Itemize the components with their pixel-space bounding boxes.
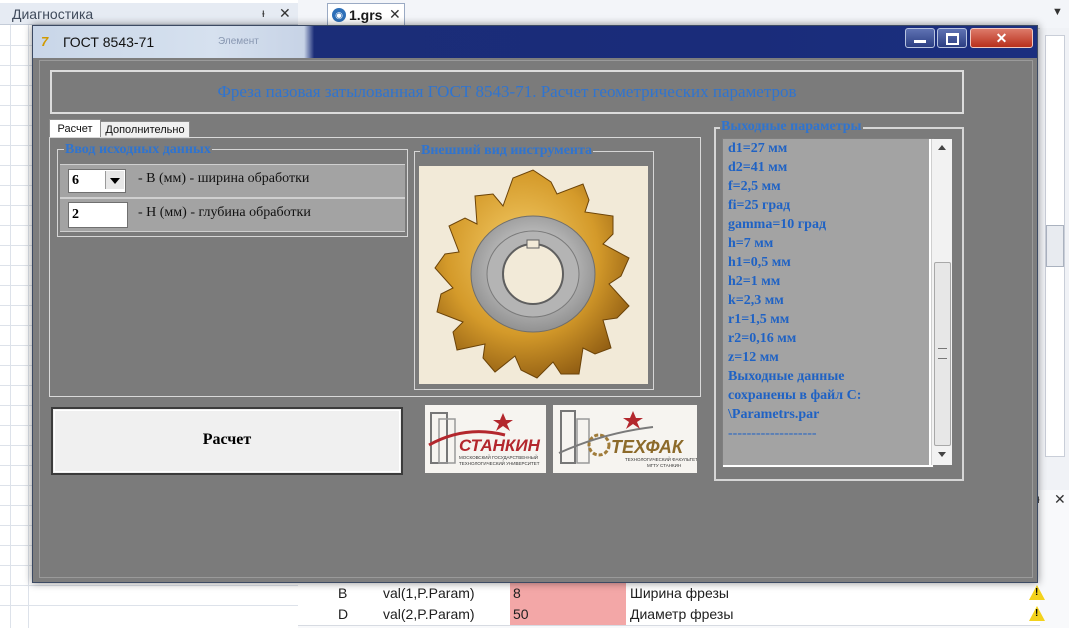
param-comment: Диаметр фрезы	[630, 606, 734, 622]
param-expr: val(2,P.Param)	[383, 606, 475, 622]
dialog-client-area: Фреза пазовая затылованная ГОСТ 8543-71.…	[39, 60, 1033, 578]
header-frame: Фреза пазовая затылованная ГОСТ 8543-71.…	[50, 70, 964, 114]
output-group-title: Выходные параметры	[720, 119, 863, 135]
param-value-cell[interactable]: 50	[510, 604, 626, 625]
chevron-down-icon[interactable]	[105, 171, 124, 189]
output-line: k=2,3 мм	[728, 293, 784, 308]
output-line: r2=0,16 мм	[728, 331, 797, 346]
param-value: 8	[513, 585, 521, 601]
scroll-down-icon[interactable]	[932, 446, 952, 464]
output-line: Выходные данные	[728, 369, 845, 384]
depth-input[interactable]: 2	[68, 202, 128, 228]
output-line: fi=25 град	[728, 198, 791, 213]
close-icon[interactable]: ✕	[279, 5, 291, 22]
width-row: 6 - B (мм) - ширина обработки	[60, 164, 405, 198]
svg-text:ТЕХФАК: ТЕХФАК	[611, 437, 685, 457]
warning-icon: !	[1029, 606, 1045, 621]
diagnostics-header: Диагностика ᵼ ✕	[0, 3, 298, 25]
output-line: сохранены в файл С:	[728, 388, 862, 403]
output-line: d2=41 мм	[728, 160, 788, 175]
output-line: z=12 мм	[728, 350, 779, 365]
diagnostics-title: Диагностика	[12, 6, 94, 22]
input-group-title: Ввод исходных данных	[64, 142, 212, 158]
output-line: gamma=10 град	[728, 217, 827, 232]
output-scrollbar[interactable]	[931, 139, 952, 465]
param-name: B	[338, 585, 348, 601]
minimize-button[interactable]	[905, 28, 935, 48]
close-icon[interactable]: ✕	[1054, 491, 1066, 508]
chevron-down-icon[interactable]: ▼	[1052, 6, 1063, 18]
param-name: D	[338, 606, 349, 622]
output-line: d1=27 мм	[728, 141, 788, 156]
app-icon: 7	[41, 34, 49, 49]
output-scrollbar-thumb[interactable]	[934, 262, 951, 446]
param-value: 50	[513, 606, 529, 622]
pin-icon[interactable]: ᵼ	[262, 6, 265, 20]
output-line: \Parametrs.par	[728, 407, 820, 422]
grip-icon	[938, 348, 947, 359]
output-line: h2=1 мм	[728, 274, 781, 289]
calculate-button[interactable]: Расчет	[51, 407, 403, 475]
width-select-value: 6	[72, 173, 79, 188]
title-bar[interactable]: 7 ГОСТ 8543-71 Элемент ✕	[33, 26, 1037, 58]
param-expr: val(1,P.Param)	[383, 585, 475, 601]
width-label: - B (мм) - ширина обработки	[138, 171, 310, 186]
output-text-area[interactable]: d1=27 мм d2=41 мм f=2,5 мм fi=25 град ga…	[723, 139, 929, 465]
output-line: r1=1,5 мм	[728, 312, 790, 327]
width-select[interactable]: 6	[68, 169, 126, 193]
svg-text:ТЕХНОЛОГИЧЕСКИЙ ФАКУЛЬТЕТ: ТЕХНОЛОГИЧЕСКИЙ ФАКУЛЬТЕТ	[625, 455, 697, 462]
tab-1-grs[interactable]: ◉ 1.grs ✕	[327, 3, 405, 27]
tab-calculation[interactable]: Расчет	[49, 119, 101, 138]
table-row[interactable]: B val(1,P.Param) 8 Ширина фрезы !	[298, 583, 1045, 605]
editor-scrollbar-thumb[interactable]	[1046, 225, 1064, 267]
milling-cutter-image	[419, 166, 648, 384]
svg-text:МГТУ СТАНКИН: МГТУ СТАНКИН	[647, 463, 681, 468]
output-line: h1=0,5 мм	[728, 255, 791, 270]
page-title: Фреза пазовая затылованная ГОСТ 8543-71.…	[217, 82, 797, 101]
depth-input-value: 2	[72, 207, 79, 222]
scroll-up-icon[interactable]	[932, 139, 952, 157]
stankin-logo: СТАНКИН МОСКОВСКИЙ ГОСУДАРСТВЕННЫЙ ТЕХНО…	[425, 405, 546, 473]
techfak-logo: ТЕХФАК ТЕХНОЛОГИЧЕСКИЙ ФАКУЛЬТЕТ МГТУ СТ…	[553, 405, 697, 473]
tab-close-icon[interactable]: ✕	[389, 6, 401, 23]
warning-icon: !	[1029, 585, 1045, 600]
output-line: -------------------	[728, 426, 817, 441]
tool-view-group-title: Внешний вид инструмента	[420, 143, 594, 159]
table-row[interactable]: D val(2,P.Param) 50 Диаметр фрезы !	[298, 604, 1045, 626]
depth-label: - H (мм) - глубина обработки	[138, 205, 311, 220]
document-icon: ◉	[332, 8, 346, 22]
svg-text:СТАНКИН: СТАНКИН	[459, 436, 541, 455]
output-line: h=7 мм	[728, 236, 774, 251]
tab-label: 1.grs	[349, 7, 383, 23]
svg-text:ТЕХНОЛОГИЧЕСКИЙ УНИВЕРСИТЕТ: ТЕХНОЛОГИЧЕСКИЙ УНИВЕРСИТЕТ	[459, 459, 540, 466]
depth-row: 2 - H (мм) - глубина обработки	[60, 198, 405, 232]
svg-text:МОСКОВСКИЙ ГОСУДАРСТВЕННЫЙ: МОСКОВСКИЙ ГОСУДАРСТВЕННЫЙ	[459, 453, 538, 460]
gost-dialog-window: 7 ГОСТ 8543-71 Элемент ✕ Фреза пазовая з…	[32, 25, 1038, 583]
window-title: ГОСТ 8543-71	[63, 34, 155, 50]
close-button[interactable]: ✕	[970, 28, 1033, 48]
maximize-button[interactable]	[937, 28, 967, 48]
ghost-caption: Элемент	[218, 36, 259, 47]
param-comment: Ширина фрезы	[630, 585, 729, 601]
output-line: f=2,5 мм	[728, 179, 781, 194]
param-value-cell[interactable]: 8	[510, 583, 626, 604]
